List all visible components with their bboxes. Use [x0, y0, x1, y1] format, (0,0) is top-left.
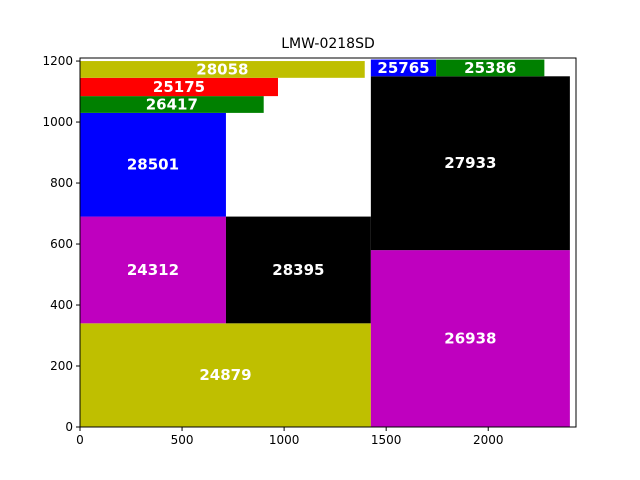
- rectangles-group: [80, 59, 570, 427]
- rect-label-24312: 24312: [127, 261, 179, 279]
- rect-label-26938: 26938: [444, 330, 496, 348]
- y-tick-label: 800: [50, 176, 73, 190]
- rect-label-26417: 26417: [146, 96, 198, 114]
- x-axis: 0 500 1000 1500 2000: [76, 427, 504, 447]
- treemap-chart: LMW-0218SD 24879 24312 28395 28501 264172517…: [42, 36, 577, 447]
- x-tick-label: 1000: [269, 433, 300, 447]
- x-tick-label: 1500: [371, 433, 402, 447]
- chart-title: LMW-0218SD: [281, 36, 375, 52]
- rect-label-25386: 25386: [464, 59, 516, 77]
- x-tick-label: 2000: [473, 433, 504, 447]
- rect-label-28395: 28395: [272, 261, 324, 279]
- chart-figure: LMW-0218SD 24879 24312 28395 28501 26417 2517…: [0, 0, 640, 480]
- y-axis: 0 200 400 600 800 1000 1200: [42, 54, 80, 434]
- y-tick-label: 1200: [42, 54, 73, 68]
- x-tick-label: 0: [76, 433, 84, 447]
- y-tick-label: 0: [65, 420, 73, 434]
- y-tick-label: 400: [50, 298, 73, 312]
- rect-label-24879: 24879: [199, 366, 251, 384]
- rect-label-25765: 25765: [377, 59, 429, 77]
- y-tick-label: 200: [50, 359, 73, 373]
- rect-label-28501: 28501: [127, 156, 179, 174]
- rect-label-28058: 28058: [196, 60, 248, 78]
- x-tick-label: 500: [171, 433, 194, 447]
- rect-label-27933: 27933: [444, 154, 496, 172]
- rect-label-25175: 25175: [153, 78, 205, 96]
- y-tick-label: 600: [50, 237, 73, 251]
- y-tick-label: 1000: [42, 115, 73, 129]
